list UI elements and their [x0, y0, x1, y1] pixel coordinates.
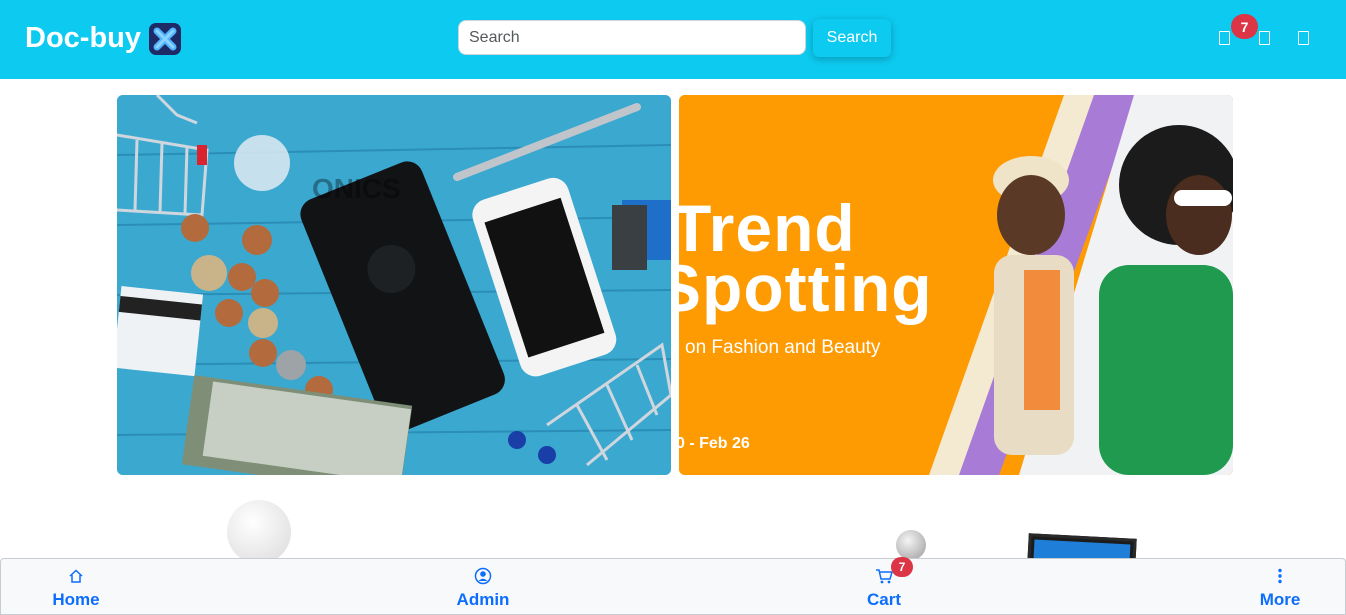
bottom-nav-admin-label: Admin	[456, 590, 510, 609]
more-vertical-icon	[1277, 567, 1283, 585]
menu-icon[interactable]	[1298, 31, 1309, 45]
carousel-banner-fashion[interactable]: Trend Spotting on Fashion and Beauty 0 -…	[679, 95, 1233, 475]
product-image-ball[interactable]	[896, 530, 926, 560]
left-banner-faded-text: ONICS	[312, 173, 401, 204]
bottom-nav-more-label: More	[1259, 590, 1301, 609]
carousel-banner-electronics[interactable]: ONICS	[117, 95, 671, 475]
cart-icon[interactable]	[1219, 31, 1230, 45]
right-banner-date: 0 - Feb 26	[679, 435, 750, 452]
home-icon	[68, 567, 84, 585]
brand[interactable]: Doc-buy	[25, 22, 181, 55]
search-input[interactable]	[458, 20, 806, 55]
bottom-navbar: Home Admin Cart More	[0, 558, 1346, 615]
bottom-nav-more[interactable]: More	[1257, 559, 1303, 610]
bottom-nav-admin[interactable]: Admin	[454, 559, 512, 610]
cart-count-badge: 7	[1231, 14, 1258, 39]
bottom-nav-home-label: Home	[52, 590, 100, 609]
right-banner-headline-line2: Spotting	[679, 251, 933, 325]
brand-name[interactable]: Doc-buy	[25, 22, 141, 55]
top-navbar: Doc-buy Search 7	[0, 0, 1346, 79]
search-button[interactable]: Search	[813, 19, 891, 57]
bottom-nav-cart-label: Cart	[866, 590, 901, 609]
brand-logo-icon	[149, 22, 181, 55]
cart-icon	[875, 567, 893, 585]
user-circle-icon	[474, 567, 492, 585]
right-banner-subline: on Fashion and Beauty	[685, 337, 881, 358]
user-icon[interactable]	[1259, 31, 1270, 45]
bottom-cart-badge: 7	[891, 557, 913, 577]
product-image-speaker[interactable]	[227, 500, 291, 564]
bottom-nav-home[interactable]: Home	[49, 559, 103, 610]
electronics-banner-image	[117, 95, 671, 475]
